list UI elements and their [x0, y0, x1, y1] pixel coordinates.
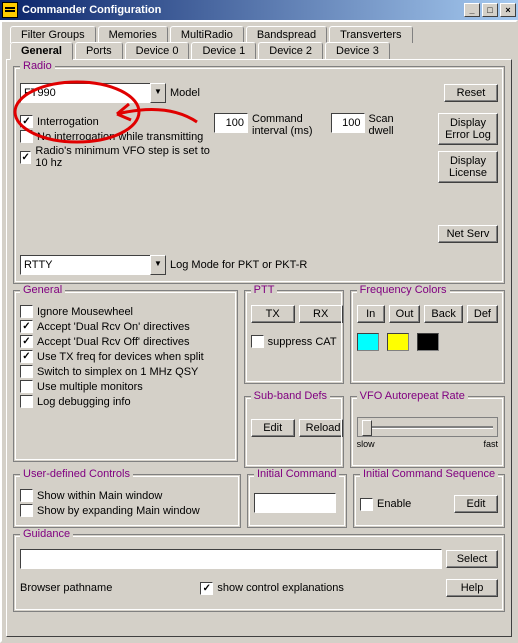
checkbox-min-vfo[interactable]: Radio's minimum VFO step is set to 10 hz — [20, 145, 210, 169]
group-title-freq-colors: Frequency Colors — [357, 284, 450, 296]
model-label: Model — [170, 87, 200, 99]
group-radio: Radio ▼ Model Reset Interrogation No int… — [13, 66, 505, 284]
checkbox-tx-freq-split[interactable]: Use TX freq for devices when split — [20, 350, 231, 363]
checkbox-show-explanations[interactable]: show control explanations — [200, 582, 344, 595]
group-title-ptt: PTT — [251, 284, 278, 296]
display-license-button[interactable]: Display License — [438, 151, 498, 183]
group-title-general: General — [20, 284, 65, 296]
checkbox-show-within-main[interactable]: Show within Main window — [20, 489, 234, 502]
guidance-pathname-label: Browser pathname — [20, 582, 112, 594]
cmd-interval-input[interactable] — [214, 113, 248, 133]
tab-device-1[interactable]: Device 1 — [191, 42, 256, 60]
tab-general[interactable]: General — [10, 42, 73, 60]
color-swatch-back — [417, 333, 439, 351]
model-combo[interactable]: ▼ — [20, 83, 166, 103]
log-mode-label: Log Mode for PKT or PKT-R — [170, 259, 307, 271]
titlebar: Commander Configuration _ □ × — [0, 0, 518, 20]
checkbox-no-int-tx[interactable]: No interrogation while transmitting — [20, 130, 210, 143]
fc-in-button[interactable]: In — [357, 305, 385, 323]
fc-out-button[interactable]: Out — [389, 305, 421, 323]
subband-edit-button[interactable]: Edit — [251, 419, 295, 437]
tab-row-lower: General Ports Device 0 Device 1 Device 2… — [10, 42, 512, 60]
group-init-seq: Initial Command Sequence Enable Edit — [353, 474, 505, 528]
group-title-vfo-auto: VFO Autorepeat Rate — [357, 390, 468, 402]
scan-dwell-label: Scan dwell — [369, 113, 394, 137]
group-title-radio: Radio — [20, 60, 55, 72]
checkbox-interrogation[interactable]: Interrogation — [20, 115, 210, 128]
tab-ports[interactable]: Ports — [75, 42, 123, 60]
checkbox-show-expand-main[interactable]: Show by expanding Main window — [20, 504, 234, 517]
rx-button[interactable]: RX — [299, 305, 343, 323]
tab-bandspread[interactable]: Bandspread — [246, 26, 327, 43]
group-init-cmd: Initial Command — [247, 474, 347, 528]
group-guidance: Guidance Select Browser pathname show co… — [13, 534, 505, 612]
minimize-button[interactable]: _ — [464, 3, 480, 17]
maximize-button[interactable]: □ — [482, 3, 498, 17]
app-icon — [2, 2, 18, 18]
close-button[interactable]: × — [500, 3, 516, 17]
group-title-init-seq: Initial Command Sequence — [360, 468, 498, 480]
tab-transverters[interactable]: Transverters — [329, 26, 412, 43]
fc-back-button[interactable]: Back — [424, 305, 462, 323]
chevron-down-icon[interactable]: ▼ — [150, 83, 166, 103]
reset-button[interactable]: Reset — [444, 84, 498, 102]
color-swatch-in — [357, 333, 379, 351]
init-seq-edit-button[interactable]: Edit — [454, 495, 498, 513]
group-general: General Ignore Mousewheel Accept 'Dual R… — [13, 290, 238, 462]
guidance-pathname-input[interactable] — [20, 549, 442, 569]
help-button[interactable]: Help — [446, 579, 498, 597]
tab-device-3[interactable]: Device 3 — [325, 42, 390, 60]
group-user-ctrls: User-defined Controls Show within Main w… — [13, 474, 241, 528]
cmd-interval-label: Command interval (ms) — [252, 113, 313, 137]
group-vfo-auto: VFO Autorepeat Rate slowfast — [350, 396, 505, 468]
group-title-guidance: Guidance — [20, 528, 73, 540]
scan-dwell-input[interactable] — [331, 113, 365, 133]
chevron-down-icon[interactable]: ▼ — [150, 255, 166, 275]
tab-memories[interactable]: Memories — [98, 26, 168, 43]
vfo-slider[interactable] — [357, 417, 498, 437]
tab-device-0[interactable]: Device 0 — [125, 42, 190, 60]
fc-def-button[interactable]: Def — [467, 305, 498, 323]
log-mode-combo[interactable]: ▼ — [20, 255, 166, 275]
checkbox-init-seq-enable[interactable]: Enable — [360, 498, 411, 511]
checkbox-multiple-monitors[interactable]: Use multiple monitors — [20, 380, 231, 393]
select-button[interactable]: Select — [446, 550, 498, 568]
log-mode-input[interactable] — [20, 255, 150, 275]
model-input[interactable] — [20, 83, 150, 103]
tx-button[interactable]: TX — [251, 305, 295, 323]
checkbox-suppress-cat[interactable]: suppress CAT — [251, 335, 337, 348]
tab-device-2[interactable]: Device 2 — [258, 42, 323, 60]
init-cmd-input[interactable] — [254, 493, 336, 513]
checkbox-simplex-1mhz[interactable]: Switch to simplex on 1 MHz QSY — [20, 365, 231, 378]
checkbox-dual-rcv-off[interactable]: Accept 'Dual Rcv Off' directives — [20, 335, 231, 348]
color-swatch-out — [387, 333, 409, 351]
subband-reload-button[interactable]: Reload — [299, 419, 343, 437]
group-freq-colors: Frequency Colors In Out Back Def — [350, 290, 505, 384]
tab-row-upper: Filter Groups Memories MultiRadio Bandsp… — [10, 26, 512, 43]
group-title-init-cmd: Initial Command — [254, 468, 339, 480]
net-serv-button[interactable]: Net Serv — [438, 225, 498, 243]
display-errorlog-button[interactable]: Display Error Log — [438, 113, 498, 145]
window-title: Commander Configuration — [22, 4, 464, 16]
checkbox-log-debug[interactable]: Log debugging info — [20, 395, 231, 408]
group-title-subband: Sub-band Defs — [251, 390, 330, 402]
checkbox-dual-rcv-on[interactable]: Accept 'Dual Rcv On' directives — [20, 320, 231, 333]
group-title-user-ctrls: User-defined Controls — [20, 468, 133, 480]
checkbox-ignore-mousewheel[interactable]: Ignore Mousewheel — [20, 305, 231, 318]
group-ptt: PTT TX RX suppress CAT — [244, 290, 344, 384]
group-subband: Sub-band Defs Edit Reload — [244, 396, 344, 468]
tab-filter-groups[interactable]: Filter Groups — [10, 26, 96, 43]
tab-multiradio[interactable]: MultiRadio — [170, 26, 244, 43]
